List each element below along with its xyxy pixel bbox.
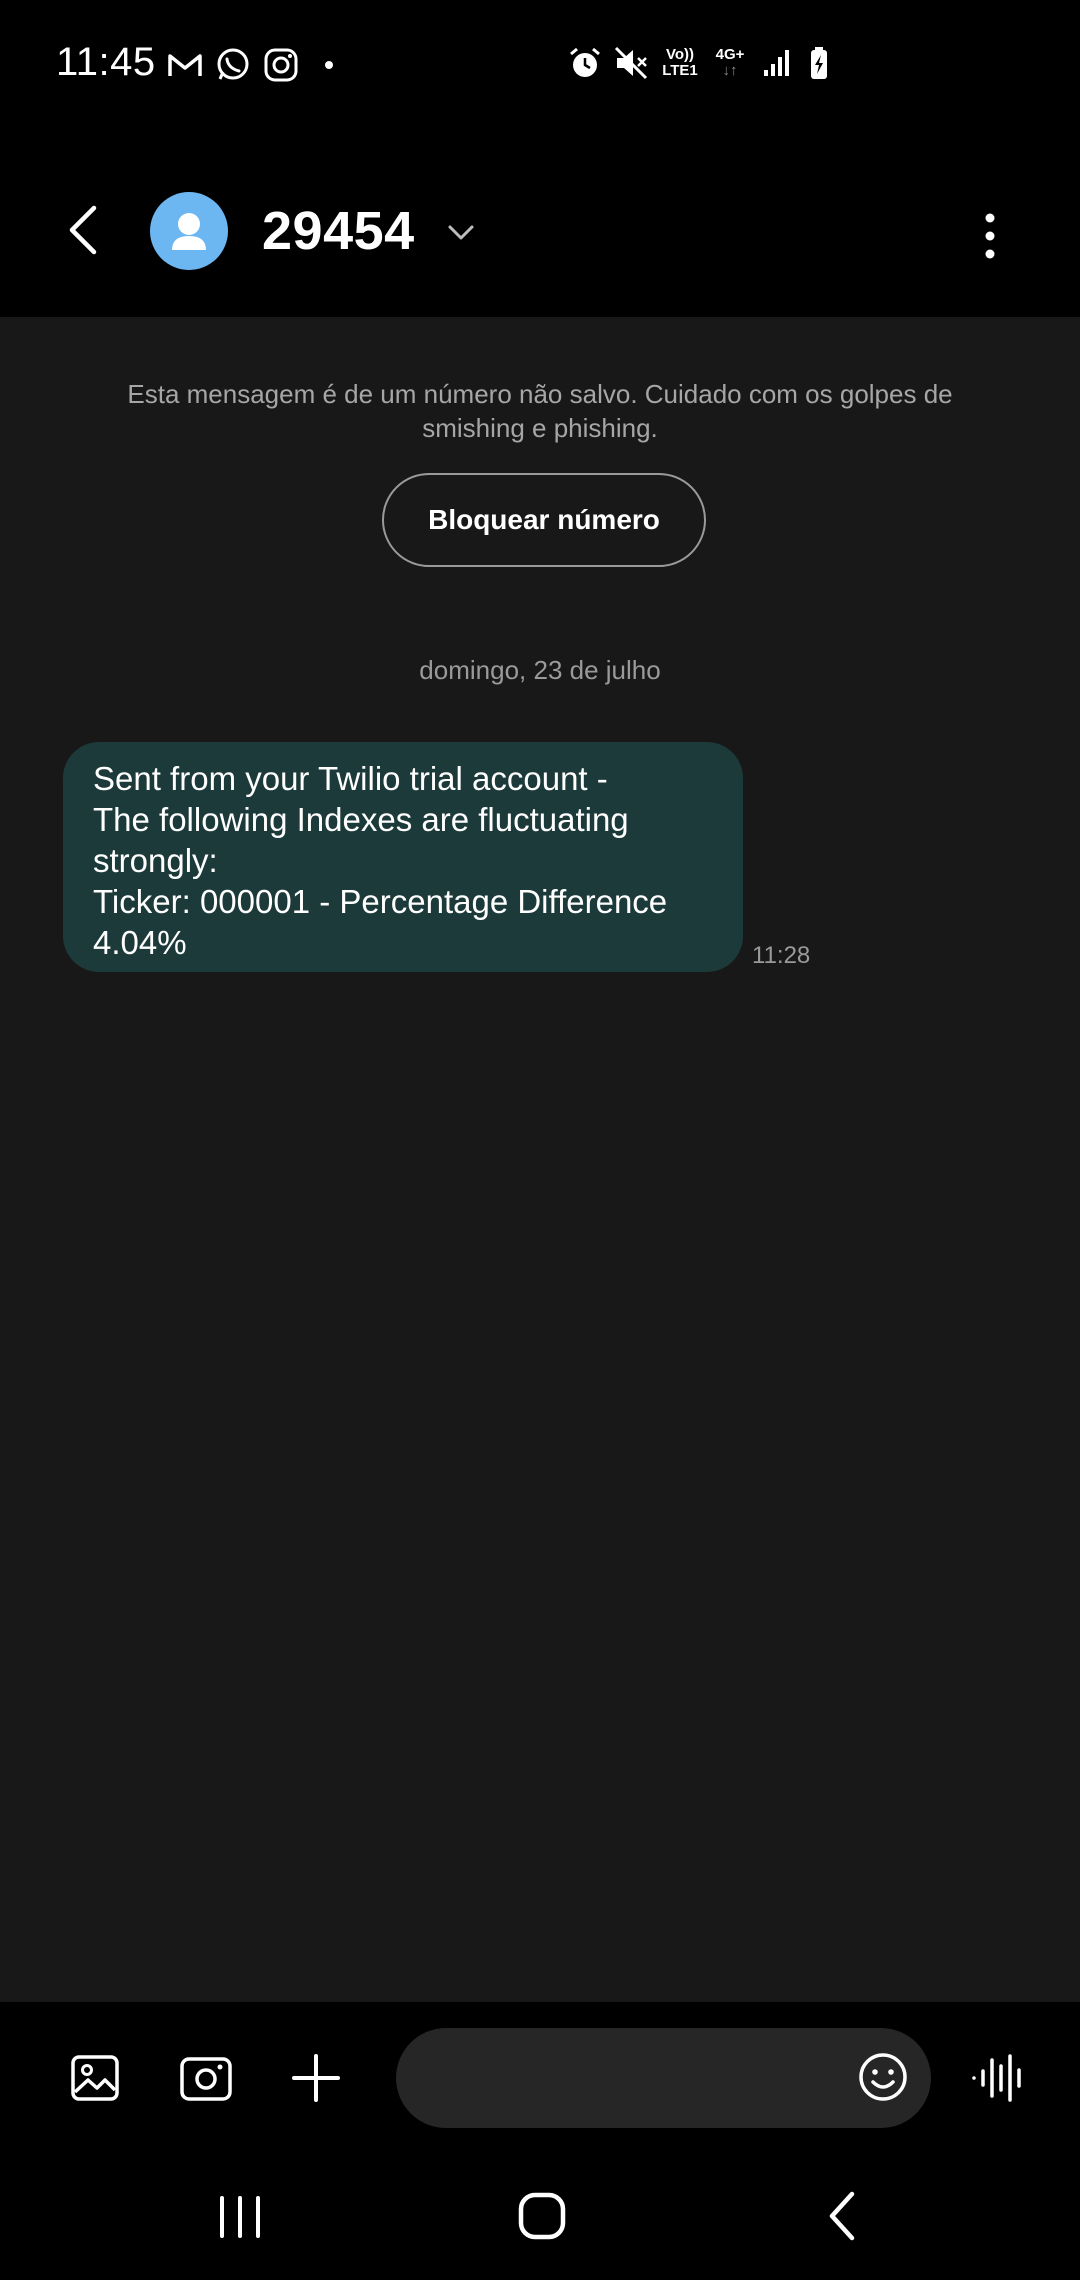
conversation-header: 29454 bbox=[0, 130, 1080, 317]
gallery-icon[interactable] bbox=[68, 2050, 124, 2106]
status-right-icons: Vo)) LTE1 4G+ ↓↑ bbox=[566, 44, 842, 82]
message-text: Sent from your Twilio trial account - Th… bbox=[93, 760, 668, 961]
volte-bottom-label: LTE1 bbox=[662, 62, 698, 79]
whatsapp-icon bbox=[217, 48, 249, 80]
message-timestamp: 11:28 bbox=[752, 942, 811, 969]
unsaved-number-warning: Esta mensagem é de um número não salvo. … bbox=[127, 379, 953, 443]
network-label: 4G+ bbox=[715, 46, 745, 63]
composer-bar bbox=[0, 2002, 1080, 2152]
message-bubble[interactable]: Sent from your Twilio trial account - Th… bbox=[63, 742, 743, 972]
status-time: 11:45 bbox=[56, 40, 156, 84]
person-icon bbox=[172, 213, 206, 250]
conversation-area[interactable]: Esta mensagem é de um número não salvo. … bbox=[0, 317, 1080, 2002]
back-icon[interactable] bbox=[814, 2186, 874, 2246]
home-icon[interactable] bbox=[512, 2186, 572, 2246]
message-input[interactable] bbox=[396, 2028, 931, 2128]
mute-icon bbox=[614, 46, 648, 80]
back-arrow-icon[interactable] bbox=[58, 200, 108, 260]
voice-icon[interactable] bbox=[970, 2050, 1026, 2106]
camera-icon[interactable] bbox=[178, 2050, 234, 2106]
recents-icon[interactable] bbox=[210, 2186, 270, 2246]
alarm-icon bbox=[570, 47, 600, 77]
notification-dot-icon bbox=[325, 61, 333, 69]
contact-name[interactable]: 29454 bbox=[262, 200, 415, 262]
block-number-button[interactable]: Bloquear número bbox=[382, 473, 706, 567]
4g-plus-icon: 4G+ ↓↑ bbox=[710, 44, 750, 82]
navigation-bar bbox=[0, 2152, 1080, 2280]
data-arrows-icon: ↓↑ bbox=[722, 62, 738, 79]
gmail-icon bbox=[168, 54, 202, 76]
battery-charging-icon bbox=[811, 47, 827, 79]
status-bar: 11:45 Vo)) LTE1 4G+ ↓↑ bbox=[0, 0, 1080, 130]
instagram-icon bbox=[264, 48, 298, 82]
signal-icon bbox=[764, 50, 789, 76]
avatar[interactable] bbox=[150, 192, 228, 270]
emoji-icon[interactable] bbox=[856, 2050, 910, 2104]
status-left-icons bbox=[166, 46, 348, 84]
plus-icon[interactable] bbox=[288, 2050, 344, 2106]
chevron-down-icon[interactable] bbox=[444, 220, 478, 244]
volte-top-label: Vo)) bbox=[665, 46, 695, 63]
more-options-icon[interactable] bbox=[970, 206, 1010, 266]
date-separator: domingo, 23 de julho bbox=[419, 655, 661, 685]
volte-icon: Vo)) LTE1 bbox=[658, 44, 702, 82]
